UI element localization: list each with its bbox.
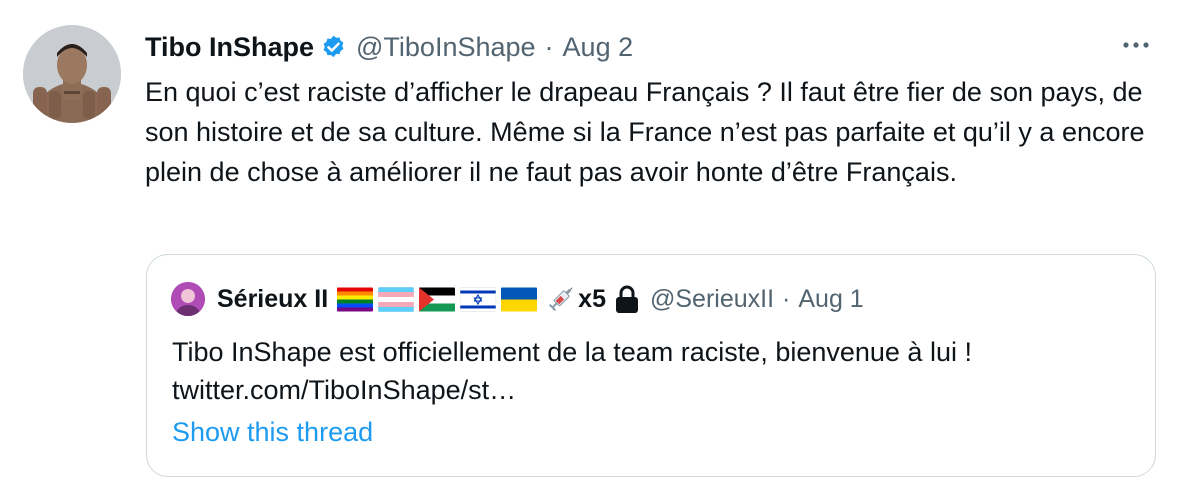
separator: · xyxy=(544,31,554,62)
lock-icon xyxy=(614,284,640,314)
quoted-header: Sérieux II x5 @SerieuxII · Aug 1 xyxy=(217,279,864,319)
quoted-separator: · xyxy=(782,284,791,313)
quoted-link[interactable]: twitter.com/TiboInShape/st… xyxy=(172,371,1132,409)
palestine-flag-icon xyxy=(419,287,456,312)
tweet: Tibo InShape @TiboInShape · Aug 2 En quo… xyxy=(0,0,1184,498)
avatar[interactable] xyxy=(23,25,121,123)
quoted-text: Tibo InShape est officiellement de la te… xyxy=(172,333,1132,409)
display-name[interactable]: Tibo InShape xyxy=(145,32,314,63)
show-thread-link[interactable]: Show this thread xyxy=(172,417,373,448)
quoted-handle[interactable]: @SerieuxII xyxy=(650,285,774,314)
ukraine-flag-icon xyxy=(501,287,538,312)
quoted-text-line: Tibo InShape est officiellement de la te… xyxy=(172,337,972,367)
verified-badge-icon xyxy=(320,34,347,61)
quoted-timestamp[interactable]: Aug 1 xyxy=(798,285,863,314)
quoted-avatar[interactable] xyxy=(171,282,205,316)
more-horizontal-icon[interactable] xyxy=(1118,30,1154,60)
tweet-header: Tibo InShape @TiboInShape · Aug 2 xyxy=(145,27,633,67)
vaccine-count: x5 xyxy=(578,284,606,313)
flags xyxy=(337,286,542,312)
rainbow-flag-icon xyxy=(337,287,374,312)
quoted-tweet[interactable]: Sérieux II x5 @SerieuxII · Aug 1 Tibo In… xyxy=(146,254,1156,477)
quoted-display-name[interactable]: Sérieux II xyxy=(217,285,328,314)
timestamp[interactable]: Aug 2 xyxy=(563,32,634,63)
transgender-flag-icon xyxy=(378,286,415,312)
syringe-icon xyxy=(546,284,576,314)
tweet-text: En quoi c’est raciste d’afficher le drap… xyxy=(145,77,1145,187)
israel-flag-icon xyxy=(460,286,497,312)
handle[interactable]: @TiboInShape xyxy=(356,32,536,63)
